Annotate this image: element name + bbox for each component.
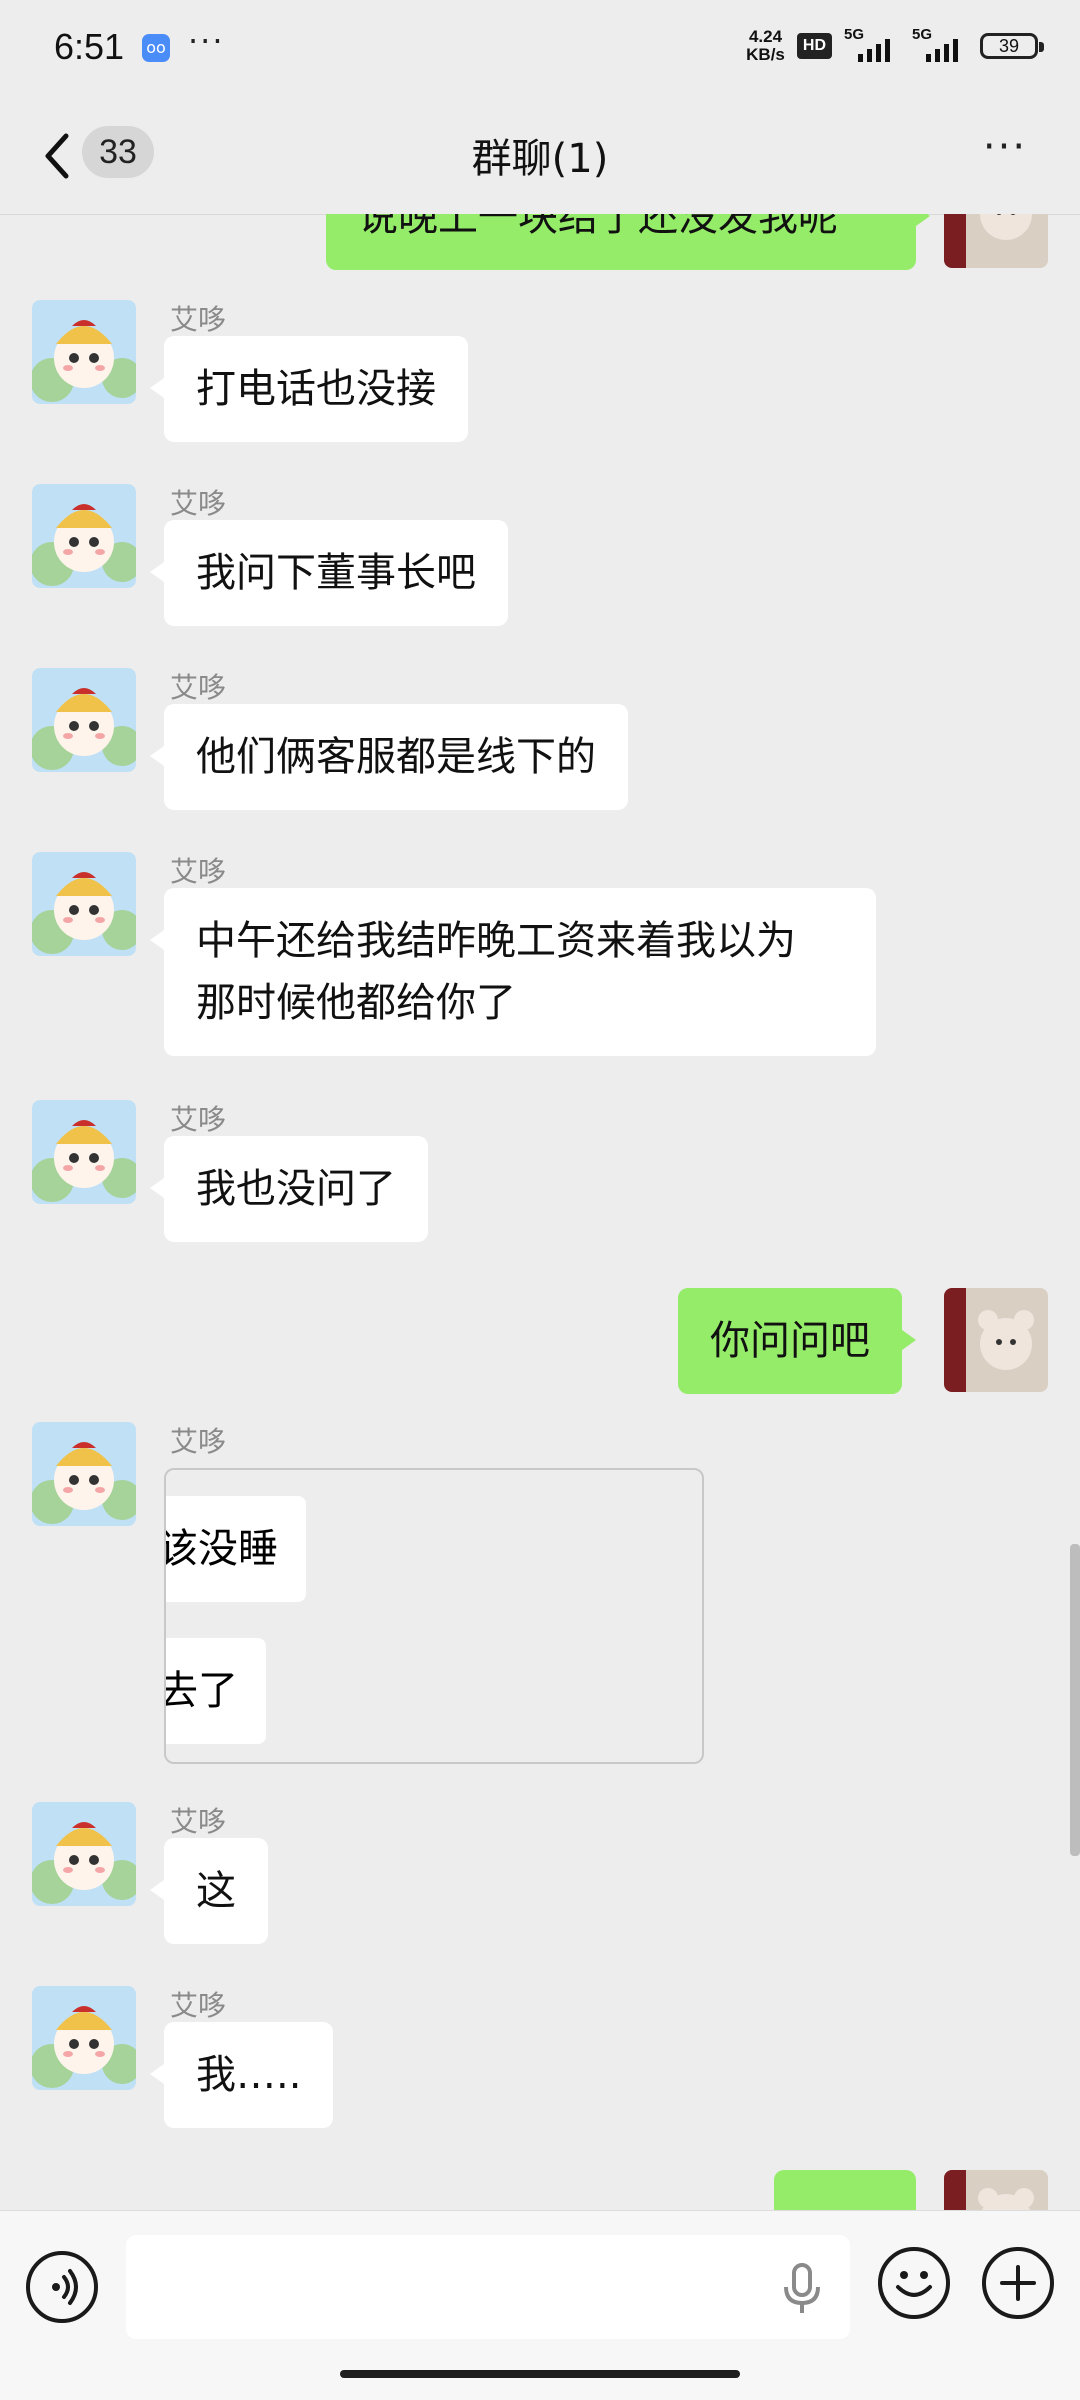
message-bubble[interactable]: 这 (150, 1838, 268, 1944)
message-row: 艾哆 这 (0, 1802, 1080, 1952)
sender-name: 艾哆 (170, 1805, 227, 1838)
status-time: 6:51 (54, 26, 125, 67)
chat-history-card[interactable]: 该没睡 去了 (164, 1468, 704, 1764)
network-speed: 4.24 KB/s (746, 28, 785, 64)
sender-avatar[interactable] (32, 852, 136, 956)
sender-avatar[interactable] (32, 1422, 136, 1526)
message-bubble[interactable]: 我也没问了 (150, 1136, 428, 1242)
status-bar: 6:51 oo ··· 4.24 KB/s HD 5G 5G 39 (0, 0, 1080, 100)
more-button[interactable]: ··· (970, 124, 1040, 184)
voice-button[interactable] (26, 2251, 98, 2323)
message-text-line: 那时候他都给你了 (196, 980, 516, 1026)
message-row: 你问问吧 (0, 1288, 1080, 1398)
teddy-bear-avatar-icon (944, 214, 1048, 268)
network-speed-unit: KB/s (746, 45, 785, 64)
card-message-line: 该没睡 (166, 1496, 306, 1602)
message-row (0, 2170, 1080, 2210)
message-row: 艾哆 中午还给我结昨晚工资来着我以为 那时候他都给你了 (0, 852, 1080, 1072)
page-title: 群聊(1) (471, 136, 609, 182)
sender-name: 艾哆 (170, 303, 227, 336)
sender-name: 艾哆 (170, 487, 227, 520)
message-bubble[interactable]: 打电话也没接 (150, 336, 468, 442)
signal-icon-sim1: 5G (844, 26, 900, 64)
mic-icon (784, 2263, 820, 2313)
cartoon-character-avatar-icon (32, 1986, 136, 2090)
mic-button[interactable] (780, 2261, 824, 2317)
sender-name: 艾哆 (170, 671, 227, 704)
message-input[interactable] (126, 2235, 850, 2339)
cartoon-character-avatar-icon (32, 1802, 136, 1906)
wechat-group-chat-screen: 6:51 oo ··· 4.24 KB/s HD 5G 5G 39 33 群聊(… (0, 0, 1080, 2400)
message-bubble[interactable]: 中午还给我结昨晚工资来着我以为 那时候他都给你了 (150, 888, 876, 1056)
message-row: 说晚上一块结了还没发我呢 (0, 214, 1080, 274)
sender-name: 艾哆 (170, 1989, 227, 2022)
battery-icon: 39 (980, 33, 1044, 59)
plus-icon (1000, 2265, 1036, 2301)
message-row: 艾哆 我问下董事长吧 (0, 484, 1080, 634)
sender-name: 艾哆 (170, 1103, 227, 1136)
hd-icon: HD (796, 33, 832, 59)
network-speed-value: 4.24 (748, 27, 783, 46)
voice-icon (52, 2269, 78, 2305)
sender-avatar[interactable] (32, 1100, 136, 1204)
emoji-button[interactable] (878, 2247, 950, 2319)
message-row: 艾哆 我也没问了 (0, 1100, 1080, 1250)
message-text-line: 中午还给我结昨晚工资来着我以为 (196, 918, 796, 964)
card-message-line: 去了 (166, 1638, 266, 1744)
message-row: 艾哆 该没睡 去了 (0, 1422, 1080, 1782)
cartoon-character-avatar-icon (32, 484, 136, 588)
message-bubble-self[interactable] (774, 2170, 916, 2210)
home-indicator[interactable] (340, 2370, 740, 2378)
self-avatar[interactable] (944, 2170, 1048, 2210)
cartoon-character-avatar-icon (32, 852, 136, 956)
sender-avatar[interactable] (32, 484, 136, 588)
signal-icon-sim2: 5G (912, 26, 968, 64)
sender-avatar[interactable] (32, 1802, 136, 1906)
message-bubble[interactable]: 我问下董事长吧 (150, 520, 508, 626)
message-row: 艾哆 我….. (0, 1986, 1080, 2136)
teddy-bear-avatar-icon (944, 2170, 1048, 2210)
message-bubble-self[interactable]: 说晚上一块结了还没发我呢 (326, 214, 930, 270)
cartoon-character-avatar-icon (32, 668, 136, 772)
teddy-bear-avatar-icon (944, 1288, 1048, 1392)
message-list[interactable]: 说晚上一块结了还没发我呢 艾哆 打电话也没接 艾哆 我问下董事长吧 艾哆 他们俩… (0, 214, 1080, 2210)
cartoon-character-avatar-icon (32, 300, 136, 404)
self-avatar[interactable] (944, 1288, 1048, 1392)
message-bubble[interactable]: 他们俩客服都是线下的 (150, 704, 628, 810)
message-bubble[interactable]: 我….. (149, 2022, 334, 2128)
sender-name: 艾哆 (170, 855, 227, 888)
self-avatar[interactable] (944, 214, 1048, 268)
message-bubble-self[interactable]: 你问问吧 (678, 1288, 916, 1394)
plus-button[interactable] (982, 2247, 1054, 2319)
message-row: 艾哆 打电话也没接 (0, 300, 1080, 450)
cartoon-character-avatar-icon (32, 1422, 136, 1526)
message-row: 艾哆 他们俩客服都是线下的 (0, 668, 1080, 818)
sender-avatar[interactable] (32, 668, 136, 772)
more-notifications-icon: ··· (188, 22, 225, 60)
scrollbar[interactable] (1070, 1544, 1080, 1856)
sender-avatar[interactable] (32, 300, 136, 404)
more-icon: ··· (982, 124, 1028, 170)
notification-app-icon: oo (142, 34, 170, 62)
sender-name: 艾哆 (170, 1425, 227, 1458)
sender-avatar[interactable] (32, 1986, 136, 2090)
status-right-group: 4.24 KB/s HD 5G 5G 39 (746, 26, 1044, 64)
chat-header: 33 群聊(1) ··· (0, 100, 1080, 215)
cartoon-character-avatar-icon (32, 1100, 136, 1204)
emoji-icon (896, 2271, 932, 2297)
